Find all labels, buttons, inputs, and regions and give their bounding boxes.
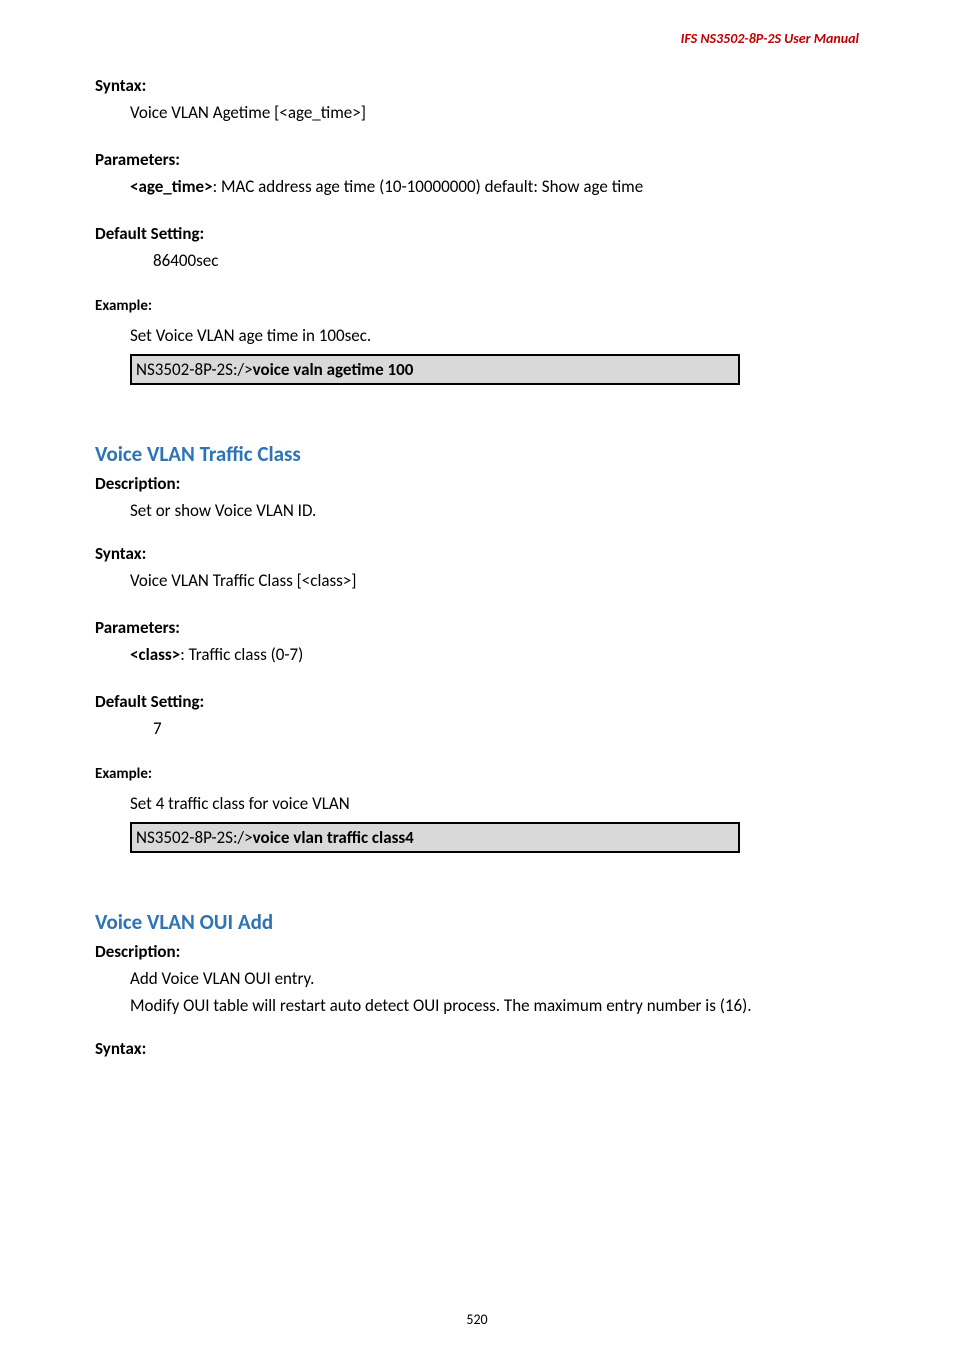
syntax-label: Syntax: — [95, 75, 859, 96]
page-number: 520 — [0, 1311, 954, 1328]
code-prefix: NS3502-8P-2S:/> — [136, 359, 253, 380]
parameter-desc: : MAC address age time (10-10000000) def… — [213, 176, 644, 197]
page-header: IFS NS3502-8P-2S User Manual — [95, 30, 859, 47]
description-text: Set or show Voice VLAN ID. — [130, 500, 859, 521]
parameter-line: <class>: Traffic class (0-7) — [130, 644, 859, 665]
syntax-label: Syntax: — [95, 543, 859, 564]
section-heading: Voice VLAN Traffic Class — [95, 441, 859, 467]
default-label: Default Setting: — [95, 691, 859, 712]
default-label: Default Setting: — [95, 223, 859, 244]
syntax-text: Voice VLAN Agetime [<age_time>] — [130, 102, 859, 123]
syntax-text: Voice VLAN Traffic Class [<class>] — [130, 570, 859, 591]
example-text: Set Voice VLAN age time in 100sec. — [130, 325, 859, 346]
description-label: Description: — [95, 941, 859, 962]
code-box: NS3502-8P-2S:/>voice valn agetime 100 — [130, 354, 740, 385]
example-text: Set 4 traffic class for voice VLAN — [130, 793, 859, 814]
section-heading: Voice VLAN OUI Add — [95, 909, 859, 935]
parameter-line: <age_time>: MAC address age time (10-100… — [130, 176, 859, 197]
code-prefix: NS3502-8P-2S:/> — [136, 827, 253, 848]
default-value: 7 — [153, 718, 859, 739]
description-label: Description: — [95, 473, 859, 494]
description-text: Modify OUI table will restart auto detec… — [130, 995, 859, 1016]
code-command: voice vlan traffic class4 — [253, 827, 414, 848]
parameter-name: <age_time> — [130, 176, 213, 197]
example-label: Example: — [95, 765, 859, 783]
parameter-desc: : Traffic class (0-7) — [180, 644, 303, 665]
code-command: voice valn agetime 100 — [253, 359, 414, 380]
syntax-label: Syntax: — [95, 1038, 859, 1059]
parameters-label: Parameters: — [95, 617, 859, 638]
parameters-label: Parameters: — [95, 149, 859, 170]
code-box: NS3502-8P-2S:/>voice vlan traffic class4 — [130, 822, 740, 853]
default-value: 86400sec — [153, 250, 859, 271]
description-text: Add Voice VLAN OUI entry. — [130, 968, 859, 989]
parameter-name: <class> — [130, 644, 180, 665]
example-label: Example: — [95, 297, 859, 315]
